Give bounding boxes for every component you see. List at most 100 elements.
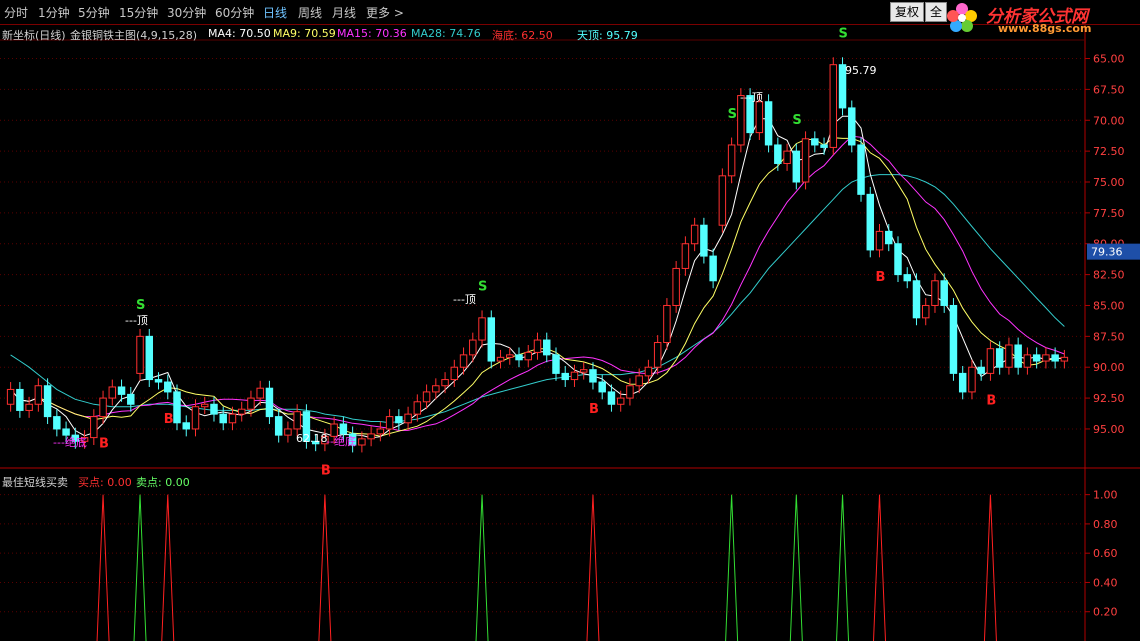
- tab-5min[interactable]: 5分钟: [78, 4, 110, 21]
- candle-body: [1051, 354, 1059, 362]
- candle-body: [515, 354, 523, 361]
- candle-body: [450, 366, 459, 381]
- bottom-label-2: --绝底: [326, 435, 356, 448]
- candle-body: [774, 144, 782, 164]
- high-price-label: 95.79: [845, 64, 877, 77]
- kline-chart[interactable]: 95.0092.5090.0087.5085.0082.5080.0077.50…: [0, 0, 1140, 641]
- candle-body: [385, 416, 394, 430]
- candle-body: [995, 348, 1004, 368]
- sub-tick-label: 1.00: [1093, 489, 1118, 502]
- candle-body: [792, 150, 801, 183]
- price-tick-label: 75.00: [1093, 176, 1125, 189]
- ma15-value: MA15: 70.36: [337, 27, 407, 40]
- sell-signal-mark: S: [792, 113, 801, 128]
- candle-body: [755, 101, 764, 134]
- price-tick-label: 85.00: [1093, 299, 1125, 312]
- candle-body: [469, 339, 477, 356]
- candle-body: [727, 144, 736, 177]
- candle-body: [496, 356, 505, 362]
- sell-signal-mark: S: [839, 27, 848, 42]
- buy-signal-mark: B: [164, 412, 174, 427]
- price-tick-label: 90.00: [1093, 361, 1125, 374]
- candle-body: [1005, 344, 1013, 368]
- candle-body: [626, 385, 634, 399]
- candle-body: [829, 64, 838, 148]
- buy-spike: [873, 494, 887, 641]
- sky-top-value: 天顶: 95.79: [577, 29, 638, 42]
- bottom-label-1: ---绝底: [53, 436, 87, 449]
- candle-body: [136, 335, 144, 374]
- candle-body: [6, 388, 15, 405]
- candle-body: [127, 393, 135, 405]
- candle-body: [700, 224, 708, 257]
- price-tick-label: 72.50: [1093, 145, 1125, 158]
- candle-body: [191, 406, 200, 430]
- candle-body: [801, 138, 810, 183]
- candle-body: [885, 230, 893, 245]
- candle-body: [681, 243, 690, 269]
- logo-url: www.88gs.com: [998, 22, 1092, 35]
- ma4-value: MA4: 70.50: [208, 27, 271, 40]
- candle-body: [931, 280, 939, 306]
- tab-1min[interactable]: 1分钟: [38, 4, 70, 21]
- candle-body: [958, 372, 967, 393]
- candle-body: [570, 371, 579, 381]
- candle-body: [404, 413, 412, 424]
- sell-signal-mark: S: [136, 298, 145, 313]
- candle-body: [875, 230, 884, 251]
- tab-30min[interactable]: 30分钟: [167, 4, 206, 21]
- tab-monthly[interactable]: 月线: [332, 4, 356, 21]
- candle-body: [395, 416, 403, 424]
- current-price-marker-label: 79.36: [1091, 246, 1123, 259]
- candle-body: [598, 381, 606, 393]
- candle-body: [949, 304, 958, 374]
- buy-signal-mark: B: [876, 270, 886, 285]
- buy-spike: [161, 494, 175, 641]
- tab-60min[interactable]: 60分钟: [215, 4, 254, 21]
- tab-more[interactable]: 更多 >: [366, 4, 404, 21]
- candle-body: [811, 138, 819, 146]
- candle-body: [108, 386, 117, 399]
- tab-daily[interactable]: 日线: [263, 4, 287, 21]
- low-price-label: 62.18: [296, 432, 328, 445]
- candle-body: [921, 304, 930, 319]
- candle-body: [459, 354, 468, 368]
- sub-tick-label: 0.60: [1093, 547, 1118, 560]
- tab-15min[interactable]: 15分钟: [119, 4, 158, 21]
- candle-body: [552, 354, 560, 374]
- ma9-value: MA9: 70.59: [273, 27, 336, 40]
- sub-tick-label: 0.80: [1093, 518, 1118, 531]
- candle-body: [256, 387, 264, 399]
- top-label-2: ---顶: [453, 293, 476, 306]
- candle-body: [1023, 354, 1032, 368]
- candle-body: [247, 397, 255, 410]
- tab-weekly[interactable]: 周线: [298, 4, 322, 21]
- candle-body: [200, 403, 209, 408]
- restore-rights-button[interactable]: 复权: [890, 2, 925, 22]
- candle-body: [173, 391, 181, 424]
- candle-body: [663, 304, 671, 344]
- candle-body: [718, 175, 727, 226]
- candle-body: [524, 351, 532, 361]
- candle-body: [653, 342, 662, 368]
- top-label-3: ---顶: [740, 91, 763, 104]
- candle-body: [903, 274, 911, 282]
- candle-body: [672, 267, 680, 306]
- buy-signal-mark: B: [589, 402, 599, 417]
- candle-body: [866, 193, 875, 251]
- candle-body: [16, 388, 24, 411]
- candle-body: [635, 375, 643, 387]
- tab-intraday[interactable]: 分时: [4, 4, 28, 21]
- buy-spike: [586, 494, 600, 641]
- sell-spike: [133, 494, 147, 641]
- buy-signal-mark: B: [99, 436, 109, 451]
- sub-indicator-title: 最佳短线买卖: [2, 476, 68, 489]
- candle-body: [848, 107, 856, 146]
- candle-body: [561, 372, 569, 381]
- candle-body: [616, 397, 625, 405]
- candle-body: [219, 413, 227, 424]
- candle-body: [293, 411, 301, 430]
- candle-body: [644, 366, 653, 377]
- candle-body: [709, 255, 717, 282]
- sub-tick-label: 0.40: [1093, 576, 1118, 589]
